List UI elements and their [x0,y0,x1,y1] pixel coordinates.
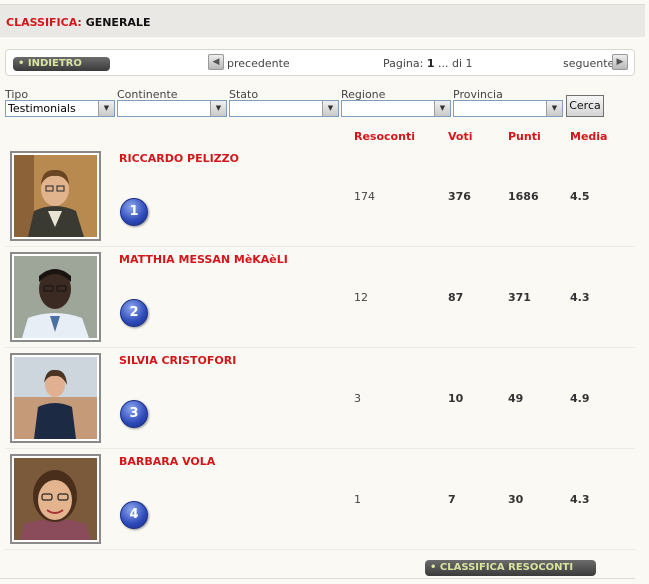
media-value: 4.3 [570,291,590,304]
filter-continente-select[interactable]: ▼ [117,100,227,117]
filter-stato-select[interactable]: ▼ [229,100,339,117]
voti-value: 7 [448,493,456,506]
avatar-photo [14,357,97,439]
chevron-down-icon: ▼ [546,101,562,116]
punti-value: 49 [508,392,524,405]
rank-badge: 1 [120,198,148,226]
person-name[interactable]: RICCARDO PELIZZO [119,152,239,165]
rank-badge: 4 [120,501,148,529]
next-arrow-icon[interactable]: ▶ [612,54,628,70]
avatar-photo [14,458,97,540]
page-title: CLASSIFICA: GENERALE [6,16,150,29]
rank-badge: 2 [120,299,148,327]
avatar[interactable] [10,454,101,544]
column-header-resoconti[interactable]: Resoconti [354,130,415,143]
voti-value: 10 [448,392,464,405]
pagination-bar: • INDIETRO ◀ precedente Pagina: 1 ... di… [5,49,635,76]
next-link[interactable]: seguente [563,57,614,70]
divider [0,578,635,579]
ranking-row: SILVIA CRISTOFORI 3 3 10 49 4.9 [5,348,635,449]
filter-tipo-value: Testimonials [8,102,76,115]
person-name[interactable]: MATTHIA MESSAN MèKAèLI [119,253,288,266]
column-header-punti[interactable]: Punti [508,130,541,143]
page-indicator: Pagina: 1 ... di 1 [383,57,473,70]
classifica-resoconti-button[interactable]: • CLASSIFICA RESOCONTI [425,560,596,576]
rank-badge: 3 [120,400,148,428]
ranking-row: BARBARA VOLA 4 1 7 30 4.3 [5,449,635,550]
resoconti-value: 174 [354,190,375,203]
prev-link[interactable]: precedente [227,57,290,70]
punti-value: 30 [508,493,524,506]
person-name[interactable]: SILVIA CRISTOFORI [119,354,236,367]
avatar[interactable] [10,252,101,342]
voti-value: 87 [448,291,464,304]
search-button[interactable]: Cerca [566,95,604,117]
chevron-down-icon: ▼ [322,101,338,116]
avatar-photo [14,256,97,338]
back-button-label: INDIETRO [27,58,82,69]
filter-regione-select[interactable]: ▼ [341,100,451,117]
chevron-down-icon: ▼ [210,101,226,116]
punti-value: 1686 [508,190,539,203]
voti-value: 376 [448,190,471,203]
page-title-label: CLASSIFICA: [6,16,82,29]
avatar[interactable] [10,151,101,241]
media-value: 4.5 [570,190,590,203]
page-prefix: Pagina: [383,57,424,70]
filter-provincia-select[interactable]: ▼ [453,100,563,117]
column-header-media[interactable]: Media [570,130,607,143]
resoconti-value: 3 [354,392,361,405]
media-value: 4.3 [570,493,590,506]
page-current: 1 [426,57,435,70]
prev-arrow-icon[interactable]: ◀ [208,54,224,70]
avatar[interactable] [10,353,101,443]
resoconti-value: 1 [354,493,361,506]
page-suffix: ... di 1 [438,57,473,70]
media-value: 4.9 [570,392,590,405]
column-header-voti[interactable]: Voti [448,130,473,143]
chevron-down-icon: ▼ [98,101,114,116]
person-name[interactable]: BARBARA VOLA [119,455,215,468]
ranking-row: RICCARDO PELIZZO 1 174 376 1686 4.5 [5,146,635,247]
back-button[interactable]: • INDIETRO [13,57,110,71]
ranking-row: MATTHIA MESSAN MèKAèLI 2 12 87 371 4.3 [5,247,635,348]
page-title-value: GENERALE [85,16,151,29]
filter-tipo-select[interactable]: Testimonials ▼ [5,100,115,117]
resoconti-value: 12 [354,291,368,304]
chevron-down-icon: ▼ [434,101,450,116]
header-bar: CLASSIFICA: GENERALE [0,4,645,37]
punti-value: 371 [508,291,531,304]
classifica-resoconti-label: CLASSIFICA RESOCONTI [439,562,574,573]
avatar-photo [14,155,97,237]
